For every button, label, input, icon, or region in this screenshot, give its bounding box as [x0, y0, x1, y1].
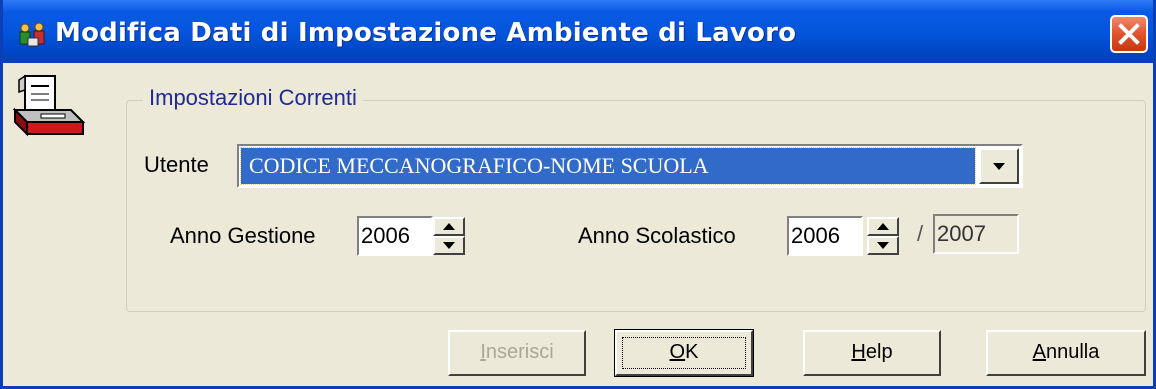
arrow-down-icon: [877, 242, 889, 249]
arrow-up-icon: [877, 223, 889, 230]
close-button[interactable]: [1110, 15, 1148, 53]
window-title: Modifica Dati di Impostazione Ambiente d…: [55, 18, 797, 48]
help-label-rest: elp: [865, 341, 893, 363]
annulla-button[interactable]: Annulla: [986, 330, 1146, 376]
utente-select[interactable]: CODICE MECCANOGRAFICO-NOME SCUOLA: [237, 144, 1023, 188]
anno-scolastico-up-button[interactable]: [867, 217, 899, 236]
anno-gestione-value: 2006: [361, 223, 410, 248]
close-icon: [1118, 23, 1140, 45]
annulla-mnemonic: A: [1032, 341, 1046, 363]
anno-scolastico-to-value: 2007: [937, 221, 986, 246]
help-mnemonic: H: [851, 341, 866, 363]
utente-label: Utente: [144, 152, 209, 177]
groupbox-legend: Impostazioni Correnti: [143, 85, 363, 111]
help-button[interactable]: Help: [803, 330, 941, 376]
anno-gestione-up-button[interactable]: [433, 217, 465, 236]
anno-scolastico-input[interactable]: 2006: [787, 216, 863, 256]
anno-scolastico-from-value: 2006: [791, 223, 840, 248]
dialog-window: Modifica Dati di Impostazione Ambiente d…: [0, 0, 1156, 389]
inserisci-button[interactable]: Inserisci: [448, 330, 586, 376]
anno-gestione-down-button[interactable]: [433, 236, 465, 255]
annulla-label-rest: nnulla: [1045, 341, 1100, 363]
anno-scolastico-label: Anno Scolastico: [578, 223, 736, 248]
printer-document-icon: [11, 70, 91, 144]
settings-groupbox: [126, 100, 1146, 312]
utente-dropdown-button[interactable]: [979, 148, 1019, 184]
anno-scolastico-to-field: 2007: [933, 214, 1019, 254]
anno-scolastico-spinner[interactable]: [867, 216, 899, 256]
year-separator: /: [917, 221, 924, 246]
anno-gestione-spinner[interactable]: [433, 216, 465, 256]
arrow-up-icon: [443, 223, 455, 230]
focus-rectangle: [622, 337, 746, 369]
anno-gestione-input[interactable]: 2006: [357, 216, 433, 256]
people-settings-icon: [17, 20, 49, 48]
ok-button[interactable]: OK: [614, 329, 754, 377]
anno-gestione-label: Anno Gestione: [170, 223, 316, 248]
title-bar[interactable]: Modifica Dati di Impostazione Ambiente d…: [3, 0, 1153, 63]
chevron-down-icon: [993, 163, 1005, 170]
anno-scolastico-down-button[interactable]: [867, 236, 899, 255]
utente-value-text: CODICE MECCANOGRAFICO-NOME SCUOLA: [249, 153, 709, 178]
utente-selected-value[interactable]: CODICE MECCANOGRAFICO-NOME SCUOLA: [240, 147, 976, 185]
inserisci-label-rest: nserisci: [485, 341, 554, 363]
arrow-down-icon: [443, 242, 455, 249]
